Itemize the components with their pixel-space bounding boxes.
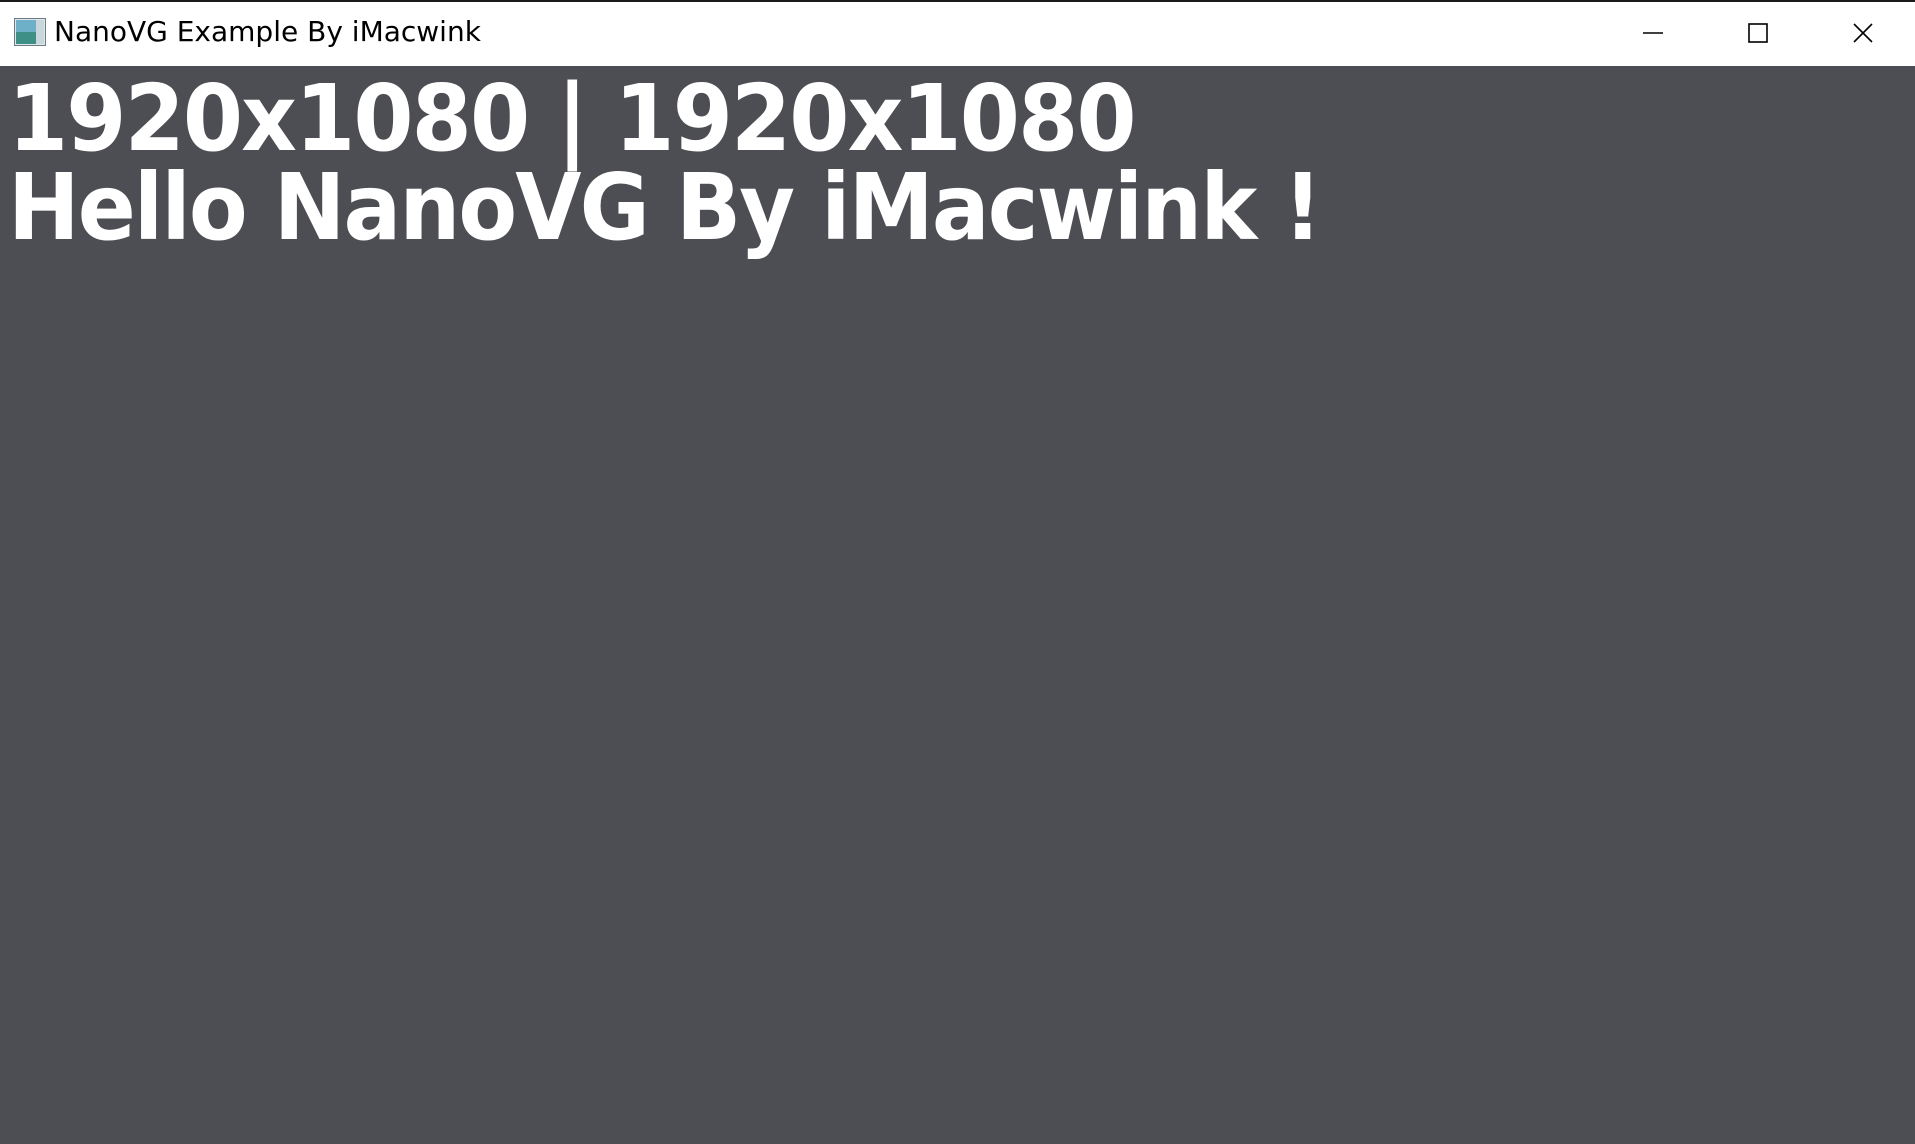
title-bar[interactable]: NanoVG Example By iMacwink <box>0 2 1915 64</box>
app-icon <box>14 18 46 46</box>
minimize-icon <box>1642 22 1664 44</box>
maximize-icon <box>1747 22 1769 44</box>
greeting-text: Hello NanoVG By iMacwink ! <box>8 154 1322 261</box>
render-canvas[interactable]: 1920x1080 | 1920x1080 Hello NanoVG By iM… <box>0 66 1915 1144</box>
maximize-button[interactable] <box>1706 2 1810 64</box>
close-button[interactable] <box>1811 2 1915 64</box>
window-title: NanoVG Example By iMacwink <box>54 15 481 48</box>
close-icon <box>1852 22 1874 44</box>
resolution-text: 1920x1080 | 1920x1080 <box>8 65 1137 172</box>
minimize-button[interactable] <box>1601 2 1705 64</box>
app-window: NanoVG Example By iMacwink 1920x1080 | 1… <box>0 0 1915 1144</box>
